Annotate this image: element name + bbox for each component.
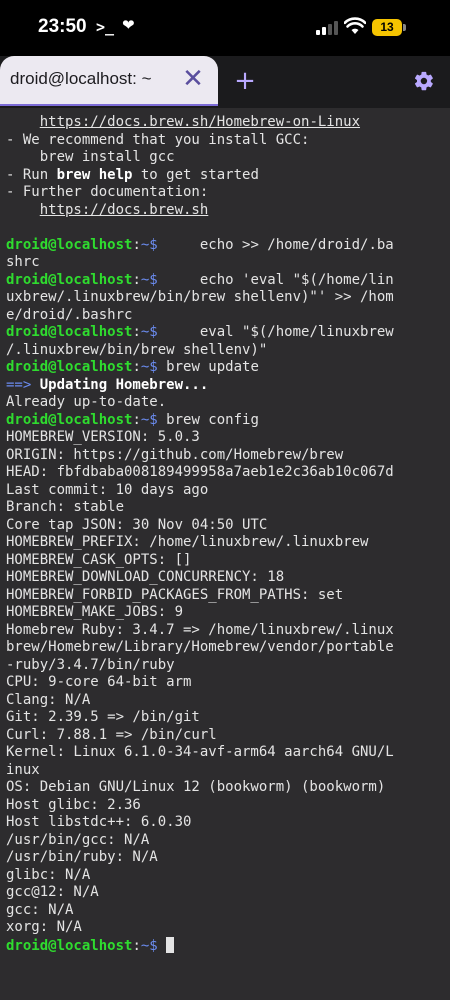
terminal-line: brew/Homebrew/Library/Homebrew/vendor/po…	[6, 639, 394, 655]
settings-gear-icon[interactable]	[413, 70, 435, 92]
terminal-line: Clang: N/A	[6, 691, 91, 708]
prompt-separator: :	[132, 937, 141, 954]
prompt-path: ~$	[140, 359, 158, 375]
prompt-path: ~$	[140, 236, 158, 253]
tab-title: droid@localhost: ~	[10, 69, 152, 88]
terminal-line: Branch: stable	[6, 499, 125, 515]
terminal-line: Host glibc: 2.36	[6, 796, 141, 813]
terminal-line: Host libstdc++: 6.0.30	[6, 814, 192, 830]
prompt-separator: :	[132, 271, 141, 288]
prompt-user: droid@localhost	[6, 359, 133, 375]
command-text: eval "$(/home/linuxbrew	[157, 324, 394, 340]
terminal-output[interactable]: https://docs.brew.sh/Homebrew-on-Linux - …	[0, 108, 450, 1000]
terminal-line: shrc	[6, 254, 40, 270]
terminal-line: HOMEBREW_FORBID_PACKAGES_FROM_PATHS: set	[6, 586, 344, 603]
terminal-line: Last commit: 10 days ago	[6, 481, 209, 498]
cellular-signal-icon	[316, 20, 338, 35]
terminal-line: CPU: 9-core 64-bit arm	[6, 674, 192, 690]
prompt-user: droid@localhost	[6, 236, 133, 253]
command-text: brew update	[157, 359, 259, 375]
prompt-path: ~$	[140, 411, 158, 428]
prompt-user: droid@localhost	[6, 411, 133, 428]
terminal-line: droid@localhost:~$ echo 'eval "$(/home/l…	[6, 272, 446, 290]
terminal-line: gcc@12: N/A	[6, 884, 99, 900]
prompt-separator: :	[132, 359, 141, 375]
active-tab-indicator	[0, 104, 218, 106]
clock: 23:50	[38, 16, 87, 37]
prompt-path: ~$	[140, 271, 158, 288]
terminal-line: droid@localhost:~$ brew config	[6, 412, 446, 430]
terminal-line: HOMEBREW_PREFIX: /home/linuxbrew/.linuxb…	[6, 534, 369, 550]
terminal-line: ORIGIN: https://github.com/Homebrew/brew	[6, 446, 344, 463]
terminal-line: droid@localhost:~$ eval "$(/home/linuxbr…	[6, 324, 446, 342]
close-tab-icon[interactable]: ✕	[180, 66, 206, 92]
terminal-line: Already up-to-date.	[6, 394, 167, 410]
prompt-path: ~$	[140, 937, 158, 954]
terminal-line: HOMEBREW_MAKE_JOBS: 9	[6, 604, 184, 620]
terminal-line: /usr/bin/ruby: N/A	[6, 849, 158, 865]
arrow-marker: ==>	[6, 376, 40, 393]
terminal-line: -ruby/3.4.7/bin/ruby	[6, 656, 175, 673]
url-link: https://docs.brew.sh/Homebrew-on-Linux	[39, 114, 361, 130]
bold-command: brew help	[56, 166, 133, 183]
new-tab-icon[interactable]: +	[233, 67, 257, 95]
prompt-user: droid@localhost	[6, 324, 133, 340]
terminal-line: Core tap JSON: 30 Nov 04:50 UTC	[6, 516, 268, 533]
terminal-line: droid@localhost:~$ echo >> /home/droid/.…	[6, 237, 446, 255]
wifi-icon	[344, 17, 366, 34]
terminal-lines: https://docs.brew.sh/Homebrew-on-Linux - …	[6, 114, 446, 954]
terminal-line: e/droid/.bashrc	[6, 306, 133, 323]
terminal-line: HOMEBREW_DOWNLOAD_CONCURRENCY: 18	[6, 569, 285, 585]
terminal-line: https://docs.brew.sh	[6, 202, 446, 220]
terminal-line: /usr/bin/gcc: N/A	[6, 831, 150, 848]
terminal-line: uxbrew/.linuxbrew/bin/brew shellenv)"' >…	[6, 289, 394, 305]
url-link: https://docs.brew.sh	[39, 201, 209, 218]
terminal-line: Homebrew Ruby: 3.4.7 => /home/linuxbrew/…	[6, 621, 394, 638]
prompt-separator: :	[132, 411, 141, 428]
terminal-line: glibc: N/A	[6, 866, 91, 883]
command-text: echo >> /home/droid/.ba	[157, 236, 394, 253]
status-bar: 23:50 >_ ❤ 13	[0, 0, 450, 56]
terminal-line: gcc: N/A	[6, 901, 74, 918]
terminal-line: https://docs.brew.sh/Homebrew-on-Linux	[6, 114, 446, 132]
terminal-line: xorg: N/A	[6, 919, 82, 935]
prompt-separator: :	[132, 236, 141, 253]
terminal-text: - Run	[6, 166, 57, 183]
tab-bar: droid@localhost: ~ ✕ +	[0, 56, 450, 108]
terminal-line: HOMEBREW_CASK_OPTS: []	[6, 551, 192, 568]
terminal-line: brew install gcc	[6, 149, 175, 165]
terminal-line: inux	[6, 761, 40, 778]
prompt-user: droid@localhost	[6, 271, 133, 288]
terminal-line: Kernel: Linux 6.1.0-34-avf-arm64 aarch64…	[6, 744, 394, 760]
terminal-line: HEAD: fbfdbaba008189499958a7aeb1e2c36ab1…	[6, 464, 394, 480]
heart-icon: ❤	[122, 16, 135, 34]
terminal-indicator-icon: >_	[96, 18, 115, 36]
terminal-line: - Further documentation:	[6, 184, 209, 200]
status-heading: Updating Homebrew...	[39, 376, 209, 393]
terminal-line: OS: Debian GNU/Linux 12 (bookworm) (book…	[6, 779, 386, 795]
command-text: echo 'eval "$(/home/lin	[157, 271, 394, 288]
battery-icon: 13	[372, 19, 402, 36]
terminal-line: Curl: 7.88.1 => /bin/curl	[6, 726, 217, 743]
prompt-user: droid@localhost	[6, 937, 133, 954]
terminal-cursor	[166, 936, 175, 953]
terminal-line: Git: 2.39.5 => /bin/git	[6, 709, 200, 725]
terminal-line: /.linuxbrew/bin/brew shellenv)"	[6, 341, 268, 358]
battery-tip	[403, 24, 406, 31]
prompt-separator: :	[132, 324, 141, 340]
command-text: brew config	[157, 411, 259, 428]
terminal-line: droid@localhost:~$ brew update	[6, 359, 446, 377]
terminal-line: ==> Updating Homebrew...	[6, 377, 446, 395]
prompt-path: ~$	[140, 324, 158, 340]
terminal-line: - We recommend that you install GCC:	[6, 131, 310, 148]
terminal-line: HOMEBREW_VERSION: 5.0.3	[6, 429, 200, 445]
terminal-text: to get started	[132, 166, 259, 183]
tab-droid-localhost[interactable]: droid@localhost: ~ ✕	[0, 56, 218, 106]
terminal-line: - Run brew help to get started	[6, 167, 446, 185]
terminal-line: droid@localhost:~$	[6, 936, 446, 955]
